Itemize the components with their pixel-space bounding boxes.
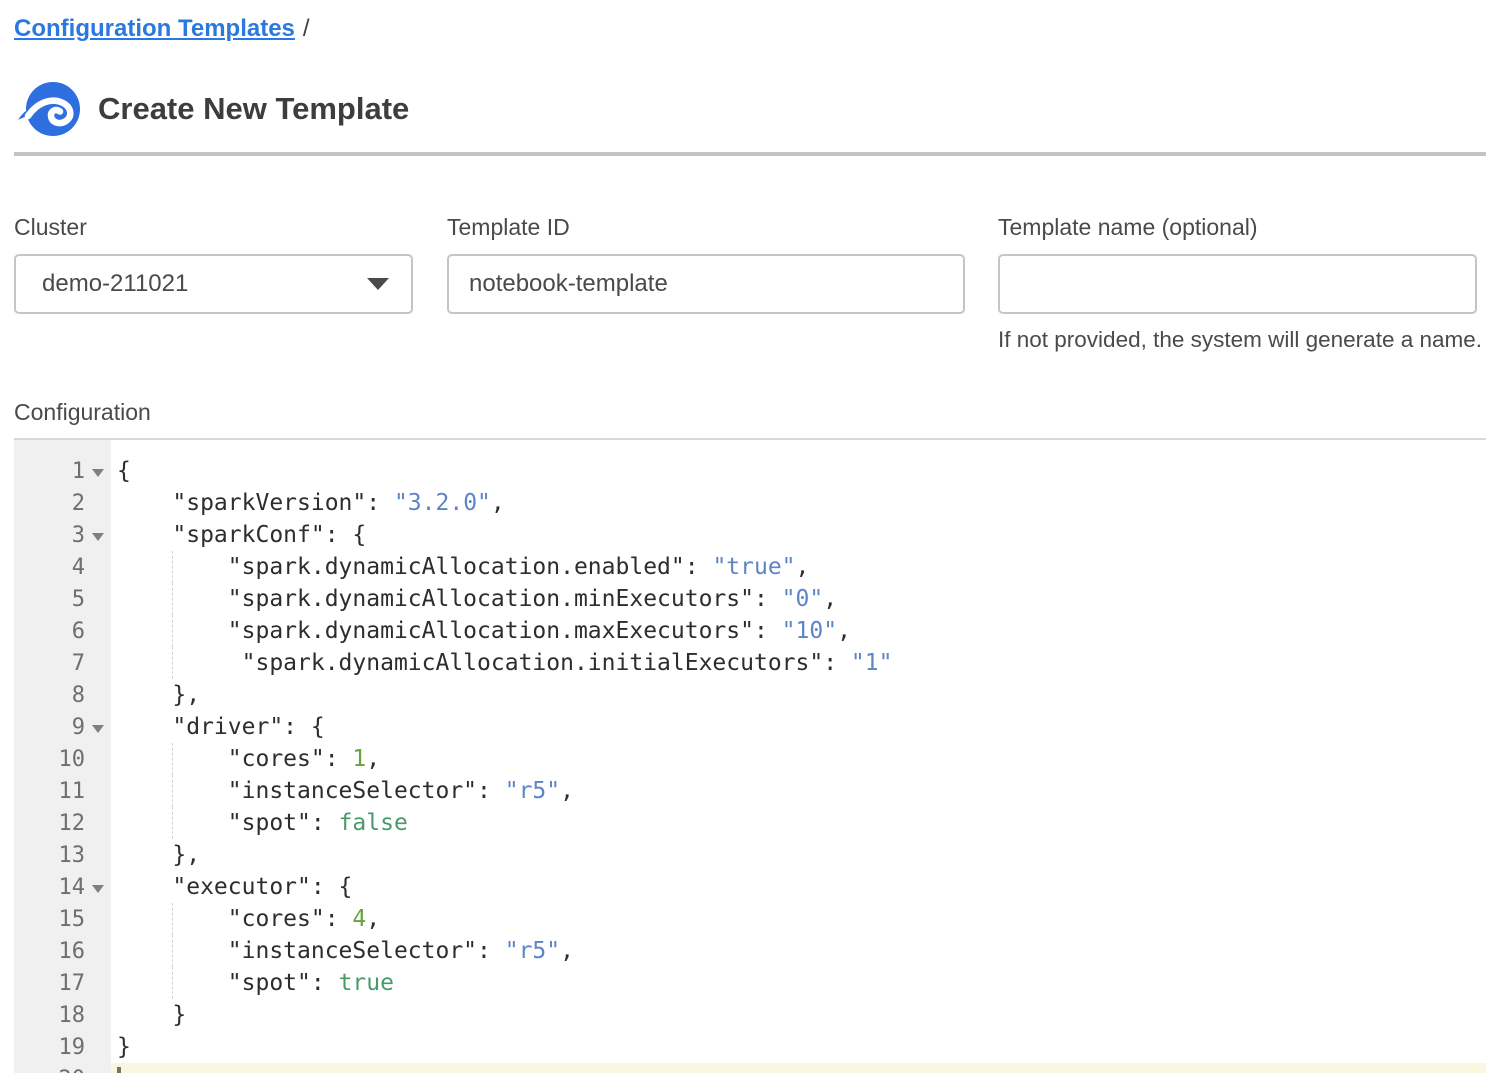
template-form: Cluster demo-211021 Template ID Template… (14, 214, 1486, 353)
line-number: 9 (14, 711, 111, 743)
code-line[interactable]: "spark.dynamicAllocation.initialExecutor… (111, 647, 1486, 679)
page-title: Create New Template (98, 91, 409, 127)
line-number: 1 (14, 455, 111, 487)
code-line[interactable]: "instanceSelector": "r5", (111, 775, 1486, 807)
line-number: 14 (14, 871, 111, 903)
line-number: 18 (14, 999, 111, 1031)
configuration-code-editor[interactable]: 1234567891011121314151617181920 { "spark… (14, 438, 1486, 1073)
indent-guide (172, 967, 173, 999)
line-number: 17 (14, 967, 111, 999)
line-number: 15 (14, 903, 111, 935)
code-line[interactable]: }, (111, 839, 1486, 871)
code-line[interactable]: "sparkConf": { (111, 519, 1486, 551)
code-line[interactable]: "instanceSelector": "r5", (111, 935, 1486, 967)
indent-guide (172, 551, 173, 583)
line-number: 13 (14, 839, 111, 871)
line-number: 5 (14, 583, 111, 615)
template-name-input[interactable] (998, 254, 1477, 314)
editor-gutter: 1234567891011121314151617181920 (14, 440, 111, 1073)
fold-arrow-icon[interactable] (85, 466, 111, 477)
code-line[interactable]: "cores": 4, (111, 903, 1486, 935)
line-number: 12 (14, 807, 111, 839)
template-id-field: Template ID (447, 214, 965, 314)
line-number: 8 (14, 679, 111, 711)
line-number: 16 (14, 935, 111, 967)
line-number: 20 (14, 1063, 111, 1073)
indent-guide (172, 935, 173, 967)
indent-guide (172, 903, 173, 935)
template-name-field: Template name (optional) If not provided… (998, 214, 1477, 353)
indent-guide (172, 615, 173, 647)
code-line[interactable]: "spark.dynamicAllocation.maxExecutors": … (111, 615, 1486, 647)
code-line[interactable]: "driver": { (111, 711, 1486, 743)
configuration-label: Configuration (14, 399, 1486, 426)
code-line[interactable]: "spark.dynamicAllocation.enabled": "true… (111, 551, 1486, 583)
fold-arrow-icon[interactable] (85, 882, 111, 893)
indent-guide (172, 647, 173, 679)
code-line[interactable]: } (111, 999, 1486, 1031)
code-line[interactable]: } (111, 1031, 1486, 1063)
line-number: 7 (14, 647, 111, 679)
cluster-label: Cluster (14, 214, 413, 241)
create-template-page: Configuration Templates / Create New Temp… (0, 0, 1486, 1073)
code-line[interactable]: "executor": { (111, 871, 1486, 903)
line-number: 6 (14, 615, 111, 647)
line-number: 19 (14, 1031, 111, 1063)
code-line[interactable]: }, (111, 679, 1486, 711)
indent-guide (172, 775, 173, 807)
line-number: 10 (14, 743, 111, 775)
fold-arrow-icon[interactable] (85, 530, 111, 541)
code-line[interactable]: "cores": 1, (111, 743, 1486, 775)
ocean-wave-logo-icon (14, 80, 82, 138)
fold-arrow-icon[interactable] (85, 722, 111, 733)
indent-guide (172, 807, 173, 839)
line-number: 11 (14, 775, 111, 807)
caret-down-icon (367, 278, 389, 290)
template-id-input[interactable] (447, 254, 965, 314)
code-line[interactable]: "spark.dynamicAllocation.minExecutors": … (111, 583, 1486, 615)
line-number: 2 (14, 487, 111, 519)
line-number: 3 (14, 519, 111, 551)
cluster-select[interactable]: demo-211021 (14, 254, 413, 314)
code-line[interactable] (111, 1063, 1486, 1073)
page-header: Create New Template (14, 80, 1486, 138)
code-line[interactable]: "spot": true (111, 967, 1486, 999)
code-line[interactable]: { (111, 455, 1486, 487)
template-id-label: Template ID (447, 214, 965, 241)
editor-code-area[interactable]: { "sparkVersion": "3.2.0", "sparkConf": … (111, 440, 1486, 1073)
template-name-label: Template name (optional) (998, 214, 1477, 241)
indent-guide (172, 583, 173, 615)
breadcrumb-link-configuration-templates[interactable]: Configuration Templates (14, 15, 295, 42)
breadcrumb: Configuration Templates / (14, 0, 1486, 43)
code-line[interactable]: "spot": false (111, 807, 1486, 839)
header-divider (14, 152, 1486, 156)
template-name-helper-text: If not provided, the system will generat… (998, 327, 1477, 353)
code-line[interactable]: "sparkVersion": "3.2.0", (111, 487, 1486, 519)
text-cursor (117, 1067, 121, 1073)
indent-guide (172, 743, 173, 775)
cluster-selected-value: demo-211021 (42, 270, 188, 298)
breadcrumb-separator: / (303, 15, 310, 42)
line-number: 4 (14, 551, 111, 583)
cluster-field: Cluster demo-211021 (14, 214, 413, 314)
